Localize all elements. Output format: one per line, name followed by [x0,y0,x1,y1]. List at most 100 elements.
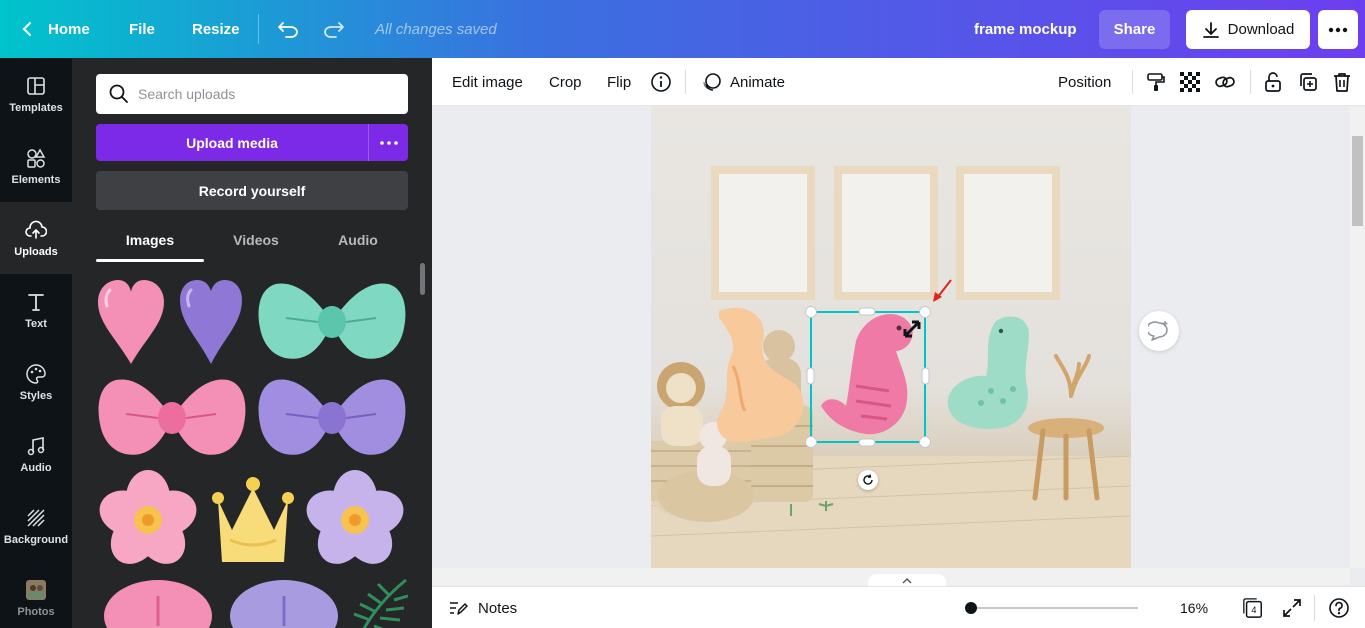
upload-thumb-pink-flower[interactable] [96,470,200,568]
design-title[interactable]: frame mockup [974,0,1077,58]
position-button[interactable]: Position [1058,58,1111,106]
divider [1250,70,1251,94]
rotate-handle[interactable] [858,470,878,490]
zoom-slider-handle[interactable] [965,602,977,614]
upload-thumb-pink-hibiscus[interactable] [102,576,214,628]
bottom-bar: Notes 16% 4 [432,586,1365,628]
ellipsis-icon [1328,27,1348,32]
animate-label: Animate [730,73,786,91]
search-input[interactable]: Search uploads [96,74,408,114]
crop-button[interactable]: Crop [549,58,582,106]
upload-more-button[interactable] [368,124,408,161]
upload-thumb-purple-bow[interactable] [256,374,408,462]
lock-button[interactable] [1262,71,1284,93]
upload-thumb-pink-bow[interactable] [96,374,248,462]
file-menu-button[interactable]: File [129,0,155,58]
paint-roller-icon [1147,73,1165,91]
rail-item-text[interactable]: Text [0,274,72,346]
rail-label: Elements [11,173,61,186]
divider [1132,70,1133,94]
rail-item-templates[interactable]: Templates [0,58,72,130]
upload-media-button[interactable]: Upload media [96,124,368,161]
photos-icon [26,579,46,600]
save-status: All changes saved [375,20,497,38]
add-comment-button[interactable] [1139,311,1179,351]
active-tab-indicator [96,259,204,262]
fullscreen-button[interactable] [1281,597,1303,619]
rail-item-audio[interactable]: Audio [0,418,72,490]
search-placeholder: Search uploads [138,86,236,102]
more-options-button[interactable] [1318,10,1358,49]
notes-label: Notes [478,599,518,617]
templates-icon [27,76,45,95]
rail-item-elements[interactable]: Elements [0,130,72,202]
upload-thumb-gold-crown[interactable] [208,470,298,568]
share-button[interactable]: Share [1099,10,1170,49]
canvas-area[interactable] [432,106,1350,568]
chevron-up-icon [902,578,912,584]
animate-icon [703,73,721,91]
page-count-button[interactable]: 4 [1242,597,1264,619]
upload-thumb-mint-bow[interactable] [256,278,408,366]
tab-videos[interactable]: Videos [220,228,292,262]
flip-button[interactable]: Flip [607,58,631,106]
elements-icon [27,147,46,168]
divider [685,70,686,94]
rail-item-photos[interactable]: Photos [0,562,72,628]
record-yourself-button[interactable]: Record yourself [96,171,408,210]
undo-button[interactable] [277,0,299,58]
upload-thumb-pink-heart[interactable] [96,278,166,366]
panel-scrollbar[interactable] [420,263,425,295]
link-button[interactable] [1214,71,1236,93]
upload-thumb-purple-hibiscus[interactable] [228,576,340,628]
uploads-panel: Search uploads Upload media Record yours… [72,58,432,628]
rail-item-background[interactable]: Background [0,490,72,562]
tab-audio[interactable]: Audio [322,228,394,262]
notes-button[interactable]: Notes [448,587,517,628]
help-icon [1329,598,1349,618]
delete-button[interactable] [1331,71,1353,93]
left-rail: Templates Elements Uploads Text Styles A… [0,58,72,628]
text-icon [28,293,44,311]
upload-thumb-palm-leaf[interactable] [350,576,408,628]
zoom-slider[interactable] [970,607,1138,609]
selection-box[interactable] [801,302,941,448]
rail-label: Text [25,317,47,330]
pages-icon: 4 [1243,598,1262,618]
rail-label: Audio [20,461,52,474]
copy-style-button[interactable] [1145,71,1167,93]
tab-images[interactable]: Images [96,228,204,262]
transparency-button[interactable] [1179,71,1201,93]
design-page[interactable] [651,106,1131,568]
rail-label: Uploads [14,245,58,258]
animate-button[interactable]: Animate [702,58,785,106]
rail-item-uploads[interactable]: Uploads [0,202,72,274]
duplicate-button[interactable] [1297,71,1319,93]
edit-image-button[interactable]: Edit image [452,58,523,106]
notes-icon [450,602,468,615]
search-icon [109,84,128,103]
vertical-scrollbar-thumb[interactable] [1352,136,1363,226]
music-note-icon [27,436,45,455]
rail-label: Styles [19,389,53,402]
rail-label: Background [3,533,69,546]
zoom-level[interactable]: 16% [1180,587,1208,628]
upload-thumb-purple-heart[interactable] [176,278,246,366]
page-count: 4 [1251,605,1256,615]
annotation-arrow-icon [933,279,952,302]
palette-icon [26,363,46,384]
upload-thumb-purple-flower[interactable] [302,470,408,568]
rail-item-styles[interactable]: Styles [0,346,72,418]
home-button[interactable]: Home [22,0,90,58]
download-button[interactable]: Download [1186,10,1310,49]
rotate-icon [863,474,873,485]
redo-icon [324,22,344,38]
info-button[interactable] [650,71,672,93]
help-button[interactable] [1328,597,1350,619]
link-icon [1215,76,1235,88]
resize-button[interactable]: Resize [192,0,240,58]
rail-label: Templates [9,101,63,114]
chevron-left-icon [22,22,31,36]
redo-button[interactable] [323,0,345,58]
background-icon [27,508,45,527]
